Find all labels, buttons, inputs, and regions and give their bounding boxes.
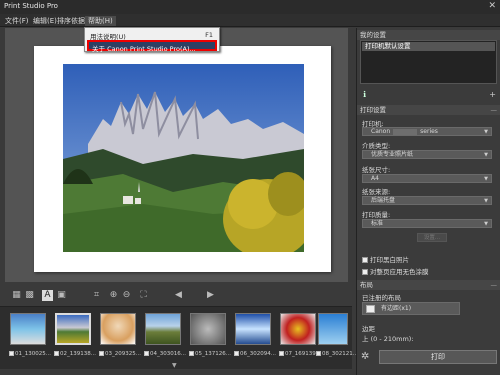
thumbnail-1-caption[interactable]: 01_130025... <box>9 351 51 357</box>
mountain-photo <box>63 64 304 252</box>
thumbnail-4-caption[interactable]: 04_303016... <box>144 351 186 357</box>
layout-header[interactable]: 布局 — <box>357 280 500 290</box>
registered-layout-label: 已注册的布局 <box>362 294 401 302</box>
right-panel: 我的设置 打印机默认设置 ℹ + 打印设置 — 打印机: Canon series ▼… <box>356 28 500 375</box>
fit-icon[interactable]: ⛶ <box>138 290 149 301</box>
title-bar: Print Studio Pro ✕ <box>0 0 500 14</box>
next-arrow-icon[interactable]: ▶ <box>205 290 216 301</box>
menu-item-about[interactable]: 关于 Canon Print Studio Pro(A)... <box>87 40 217 53</box>
thumbnail-5[interactable] <box>190 313 226 345</box>
info-icon[interactable]: ℹ <box>363 90 366 99</box>
thumbnail-3-caption[interactable]: 03_209325... <box>99 351 141 357</box>
zoom-in-icon[interactable]: ⊕ <box>108 290 119 301</box>
coating-checkbox[interactable]: 对整页应用无色涂膜 <box>362 266 429 276</box>
layout-thumb-icon <box>366 305 375 313</box>
gear-icon[interactable]: ✲ <box>361 351 369 362</box>
collapse-icon: — <box>490 281 498 289</box>
image-tool-icon[interactable]: ▣ <box>56 290 67 301</box>
bw-photo-checkbox[interactable]: 打印黑白照片 <box>362 254 409 264</box>
print-button[interactable]: 打印 <box>379 350 497 364</box>
my-settings-list: 打印机默认设置 <box>360 40 497 84</box>
layout-view-icon[interactable]: ▦ <box>11 290 22 301</box>
paper-size-select[interactable]: A4 ▼ <box>362 174 492 183</box>
print-quality-label: 打印质量: <box>362 211 391 219</box>
layout-select[interactable]: 有边距(x1) <box>362 302 460 315</box>
thumbnail-2[interactable] <box>55 313 91 345</box>
photo-preview[interactable] <box>63 64 304 252</box>
thumbnail-7-caption[interactable]: 07_169139... <box>279 351 321 357</box>
prev-arrow-icon[interactable]: ◀ <box>173 290 184 301</box>
thumbnail-6[interactable] <box>235 313 271 345</box>
thumbnail-4[interactable] <box>145 313 181 345</box>
settings-default-row[interactable]: 打印机默认设置 <box>362 42 495 51</box>
thumbnail-8-caption[interactable]: 08_302121... <box>316 351 358 357</box>
thumbnail-7[interactable] <box>280 313 316 345</box>
add-settings-icon[interactable]: + <box>489 90 496 99</box>
paper-source-select[interactable]: 后端托盘 ▼ <box>362 196 492 205</box>
thumbnail-8[interactable] <box>318 313 348 345</box>
text-tool-icon[interactable]: A <box>42 290 53 301</box>
thumbnail-6-caption[interactable]: 06_302094... <box>234 351 276 357</box>
my-settings-header[interactable]: 我的设置 <box>357 30 500 40</box>
quality-settings-button[interactable]: 设置... <box>417 233 447 242</box>
menu-item-usage-shortcut: F1 <box>205 31 213 39</box>
thumbnail-2-caption[interactable]: 02_139138... <box>54 351 96 357</box>
collapse-icon: — <box>490 106 498 114</box>
crop-icon[interactable]: ⌗ <box>91 290 102 301</box>
printer-select[interactable]: Canon series ▼ <box>362 127 492 136</box>
margin-top-label: 上 (0 - 210mm): <box>362 335 414 343</box>
media-type-label: 介质类型: <box>362 142 391 150</box>
view-toolbar: ▦ ▩ A ▣ ⌗ ⊕ ⊖ ⛶ ◀ ▶ <box>5 286 348 306</box>
print-quality-select[interactable]: 标准 ▼ <box>362 219 492 228</box>
menu-edit[interactable]: 编辑(E) <box>33 16 57 26</box>
paper-size-label: 纸张尺寸: <box>362 166 391 174</box>
window-title: Print Studio Pro <box>4 2 58 10</box>
margin-label: 边距 <box>362 325 375 333</box>
menu-sort[interactable]: 排序依据 <box>57 16 85 26</box>
grid-view-icon[interactable]: ▩ <box>24 290 35 301</box>
strip-collapse-icon[interactable]: ▼ <box>172 362 177 369</box>
print-settings-header[interactable]: 打印设置 — <box>357 105 500 115</box>
menu-file[interactable]: 文件(F) <box>5 16 29 26</box>
thumbnail-strip: 01_130025... 02_139138... 03_209325... 0… <box>0 306 358 369</box>
media-type-select[interactable]: 优质专业照片纸 ▼ <box>362 150 492 159</box>
thumbnail-1[interactable] <box>10 313 46 345</box>
thumbnail-3[interactable] <box>100 313 136 345</box>
zoom-out-icon[interactable]: ⊖ <box>121 290 132 301</box>
menu-bar: 文件(F) 编辑(E) 排序依据 帮助(H) <box>0 14 500 27</box>
help-menu-dropdown: 用法说明(U) F1 关于 Canon Print Studio Pro(A).… <box>84 27 220 53</box>
close-icon[interactable]: ✕ <box>488 1 496 11</box>
thumbnail-5-caption[interactable]: 05_137126... <box>189 351 231 357</box>
paper-source-label: 纸张来源: <box>362 188 391 196</box>
menu-item-about-label: 关于 Canon Print Studio Pro(A)... <box>92 45 196 53</box>
menu-help[interactable]: 帮助(H) <box>85 16 116 26</box>
